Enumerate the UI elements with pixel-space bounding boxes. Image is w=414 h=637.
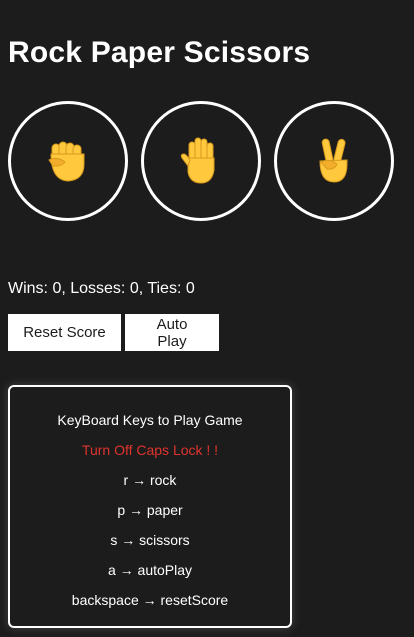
move-buttons bbox=[8, 101, 394, 221]
key-mapping-rock: r → rock bbox=[123, 472, 177, 488]
rock-button[interactable] bbox=[8, 101, 128, 221]
keyboard-keys-panel: KeyBoard Keys to Play Game Turn Off Caps… bbox=[8, 385, 292, 628]
page-title: Rock Paper Scissors bbox=[8, 36, 311, 69]
control-buttons: Reset Score Auto Play bbox=[8, 314, 219, 351]
key-mapping-paper: p → paper bbox=[117, 502, 183, 518]
keys-panel-heading: KeyBoard Keys to Play Game bbox=[57, 412, 243, 428]
caps-lock-warning: Turn Off Caps Lock ! ! bbox=[81, 442, 219, 458]
key-mapping-reset: backspace → resetScore bbox=[71, 592, 229, 608]
paper-button[interactable] bbox=[141, 101, 261, 221]
raised-fist-icon bbox=[48, 141, 85, 182]
auto-play-button[interactable]: Auto Play bbox=[125, 314, 219, 351]
reset-score-button[interactable]: Reset Score bbox=[8, 314, 121, 351]
raised-hand-icon bbox=[180, 137, 215, 184]
key-mapping-scissors: s → scissors bbox=[110, 532, 190, 548]
score-display: Wins: 0, Losses: 0, Ties: 0 bbox=[8, 280, 195, 297]
victory-hand-icon bbox=[319, 138, 348, 183]
key-mapping-autoplay: a → autoPlay bbox=[107, 562, 193, 578]
scissors-button[interactable] bbox=[274, 101, 394, 221]
